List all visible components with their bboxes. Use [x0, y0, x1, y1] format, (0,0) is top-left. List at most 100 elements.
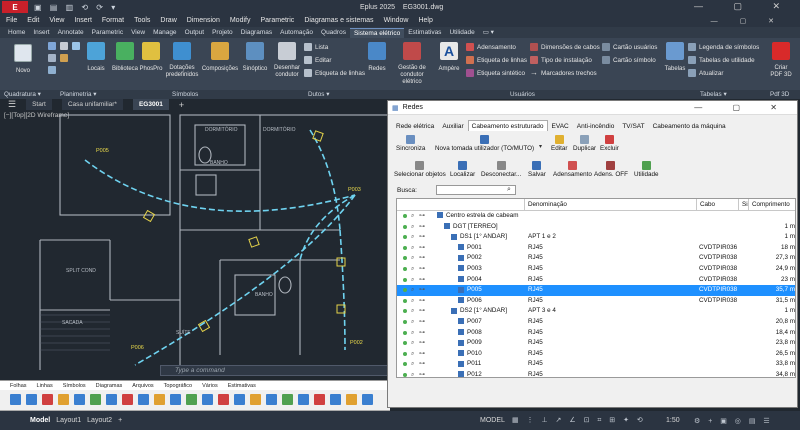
- menu-file[interactable]: File: [6, 17, 17, 24]
- row-link-icon[interactable]: ⊶: [419, 330, 425, 336]
- atualizar-button[interactable]: Atualizar: [688, 69, 724, 77]
- panel-tabelas[interactable]: Tabelas ▾: [700, 90, 727, 99]
- ribbon-tab-options[interactable]: ▭ ▾: [479, 28, 498, 38]
- planimetria-tool2[interactable]: [72, 42, 83, 50]
- row-status-icon[interactable]: [403, 373, 407, 377]
- hamburger-icon[interactable]: ☰: [8, 99, 16, 110]
- ribbon-tab-automacao[interactable]: Automação: [276, 28, 317, 38]
- cartao-usuarios-button[interactable]: Cartão usuários: [602, 43, 657, 51]
- tool-icon-17[interactable]: [266, 394, 277, 405]
- col-header-denominacao[interactable]: Denominação: [525, 199, 697, 211]
- row-status-icon[interactable]: [403, 256, 407, 261]
- utilidade-button[interactable]: Utilidade: [634, 161, 659, 178]
- row-status-icon[interactable]: [403, 277, 407, 282]
- tool-icon-11[interactable]: [170, 394, 181, 405]
- row-link-icon[interactable]: ⊶: [419, 224, 425, 230]
- status-icons[interactable]: ▦ ⋮ ⊥ ↗ ∠ ⊡ ⌗ ⊞ ✦ ⟲: [512, 416, 646, 425]
- criar-pdf-button[interactable]: Criar PDF 3D: [768, 42, 794, 79]
- tool-icon-21[interactable]: [330, 394, 341, 405]
- tool-icon-6[interactable]: [90, 394, 101, 405]
- table-row[interactable]: ⌕ ⊶ DS2 [1° ANDAR] APT 3 e 4 1 m: [397, 306, 795, 317]
- point-label-p003[interactable]: P003: [348, 187, 361, 193]
- window-controls[interactable]: — ▢ ✕: [694, 1, 794, 12]
- row-locate-icon[interactable]: ⌕: [411, 319, 417, 325]
- doc-window-controls[interactable]: — ▢ ✕: [711, 17, 784, 25]
- row-status-icon[interactable]: [403, 341, 407, 346]
- planimetria-tool3[interactable]: [60, 54, 71, 62]
- lista-button[interactable]: Lista: [304, 43, 328, 51]
- ribbon-tab-diagramas[interactable]: Diagramas: [237, 28, 276, 38]
- row-locate-icon[interactable]: ⌕: [411, 351, 417, 357]
- biblioteca-button[interactable]: Biblioteca: [112, 42, 138, 73]
- legenda-simbolos-button[interactable]: Legenda de símbolos: [688, 43, 759, 51]
- quadratura-tool2[interactable]: [48, 54, 59, 62]
- tool-icon-7[interactable]: [106, 394, 117, 405]
- row-status-icon[interactable]: [403, 320, 407, 324]
- row-locate-icon[interactable]: ⌕: [411, 224, 417, 230]
- salvar-button[interactable]: Salvar: [528, 161, 546, 178]
- point-label-p005[interactable]: P005: [96, 148, 109, 154]
- tab-start[interactable]: Start: [26, 99, 52, 110]
- tool-icon-20[interactable]: [314, 394, 325, 405]
- quadratura-tool3[interactable]: [48, 66, 59, 74]
- tooltab-arquivos[interactable]: Arquivos: [132, 383, 153, 389]
- command-input[interactable]: Type a command: [175, 367, 225, 374]
- ribbon-tab-estimativas[interactable]: Estimativas: [404, 28, 445, 38]
- redes-tab-rede-eletrica[interactable]: Rede elétrica: [392, 120, 438, 131]
- tab-layout2[interactable]: Layout2: [87, 417, 112, 424]
- tipo-instalacao-button[interactable]: Tipo de instalação: [530, 56, 592, 64]
- ribbon-tab-manage[interactable]: Manage: [149, 28, 181, 38]
- redes-button[interactable]: Redes: [364, 42, 390, 73]
- sincroniza-button[interactable]: Sincroniza: [396, 135, 425, 152]
- quick-access-toolbar[interactable]: ▣ ▤ ▥ ⟲ ⟳ ▾: [34, 3, 118, 12]
- row-link-icon[interactable]: ⊶: [419, 340, 425, 346]
- tooltab-topografico[interactable]: Topográfico: [164, 383, 192, 389]
- adens-off-button[interactable]: Adens. OFF: [594, 161, 628, 178]
- redes-window-controls[interactable]: — ▢ ✕: [694, 103, 791, 112]
- locais-button[interactable]: Locais: [84, 42, 108, 73]
- selecionar-objetos-button[interactable]: Selecionar objetos: [394, 161, 446, 178]
- table-row[interactable]: ⌕ ⊶ P011 RJ45 33,8 m: [397, 359, 795, 370]
- row-status-icon[interactable]: [403, 309, 407, 314]
- status-icons-right[interactable]: ⚙ + ▣ ◎ ▤ ☰: [694, 417, 773, 425]
- tool-icon-2[interactable]: [26, 394, 37, 405]
- table-row[interactable]: ⌕ ⊶ P008 RJ45 18,4 m: [397, 328, 795, 339]
- tool-icon-19[interactable]: [298, 394, 309, 405]
- tool-icon-4[interactable]: [58, 394, 69, 405]
- redes-titlebar[interactable]: ▦ Redes — ▢ ✕: [388, 101, 797, 115]
- table-row[interactable]: ⌕ ⊶ P005 RJ45 CVDTPIR038 L 35,7 m: [397, 285, 795, 296]
- menu-help[interactable]: Help: [418, 17, 432, 24]
- col-header-tree[interactable]: [397, 199, 525, 211]
- row-link-icon[interactable]: ⊶: [419, 351, 425, 357]
- editar-dialog-button[interactable]: Editar: [551, 135, 567, 152]
- duplicar-button[interactable]: Duplicar: [573, 135, 596, 152]
- row-link-icon[interactable]: ⊶: [419, 277, 425, 283]
- tool-icon-16[interactable]: [250, 394, 261, 405]
- menu-insert[interactable]: Insert: [74, 17, 92, 24]
- redes-tab-anti-incendio[interactable]: Anti-incêndio: [573, 120, 619, 131]
- tool-icon-10[interactable]: [154, 394, 165, 405]
- ribbon-tab-utilidade[interactable]: Utilidade: [445, 28, 478, 38]
- tabelas-utilidade-button[interactable]: Tabelas de utilidade: [688, 56, 755, 64]
- tooltab-diagramas[interactable]: Diagramas: [96, 383, 123, 389]
- panel-planimetria[interactable]: Planimetria ▾: [60, 90, 96, 99]
- tabelas-button[interactable]: Tabelas: [662, 42, 688, 73]
- ribbon-tab-view[interactable]: View: [127, 28, 149, 38]
- row-locate-icon[interactable]: ⌕: [411, 340, 417, 346]
- point-label-p002[interactable]: P002: [350, 340, 363, 346]
- row-link-icon[interactable]: ⊶: [419, 255, 425, 261]
- tab-casa-unifamiliar[interactable]: Casa unifamiliar*: [61, 99, 123, 110]
- add-layout-button[interactable]: +: [118, 417, 122, 424]
- tool-icon-23[interactable]: [362, 394, 373, 405]
- row-locate-icon[interactable]: ⌕: [411, 308, 417, 314]
- redes-tab-tv-sat[interactable]: TV/SAT: [618, 120, 648, 131]
- ampere-button[interactable]: A Ampère: [436, 42, 462, 73]
- marcadores-trechos-button[interactable]: → Marcadores trechos: [530, 69, 597, 77]
- tool-icon-18[interactable]: [282, 394, 293, 405]
- editar-button[interactable]: Editar: [304, 56, 331, 64]
- menu-modify[interactable]: Modify: [230, 17, 251, 24]
- menu-window[interactable]: Window: [384, 17, 409, 24]
- table-row[interactable]: ⌕ ⊶ Centro estrela de cabeam: [397, 211, 795, 222]
- row-status-icon[interactable]: [403, 214, 407, 218]
- row-link-icon[interactable]: ⊶: [419, 372, 425, 377]
